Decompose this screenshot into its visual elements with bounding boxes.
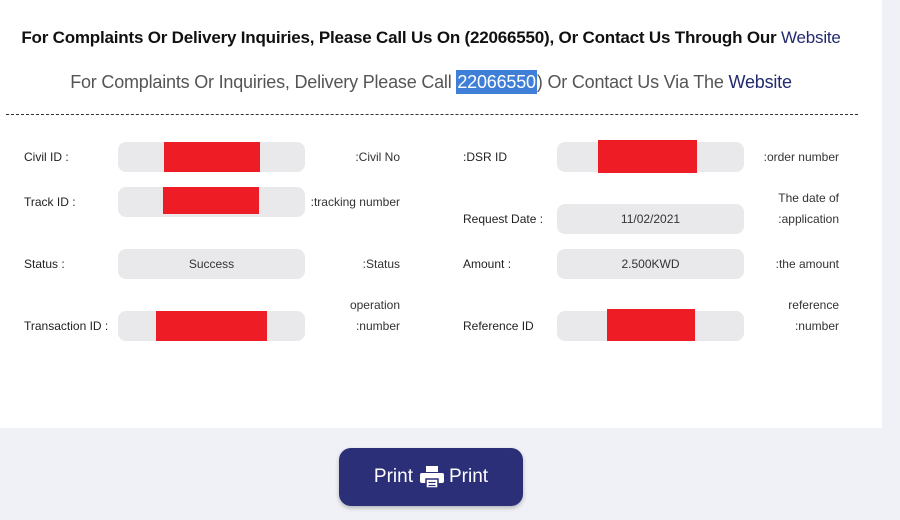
dsr-id-field <box>557 140 744 173</box>
reference-id-field <box>557 309 744 341</box>
status-label: Status : <box>24 257 65 271</box>
track-id-field <box>118 187 305 217</box>
print-button-label-left: Print <box>373 466 413 487</box>
transaction-id-translation: operation :number <box>320 295 400 337</box>
printer-icon <box>419 465 445 489</box>
receipt-card: For Complaints Or Delivery Inquiries, Pl… <box>0 0 882 428</box>
dsr-id-label: :DSR ID <box>463 150 508 164</box>
reference-id-redaction <box>607 309 695 341</box>
civil-id-label: Civil ID : <box>24 150 69 164</box>
amount-field: 2.500KWD <box>557 249 744 279</box>
amount-translation: :the amount <box>775 257 839 271</box>
dsr-id-redaction <box>598 140 697 173</box>
civil-id-field <box>118 142 305 172</box>
status-field: Success <box>118 249 305 279</box>
dsr-id-translation: :order number <box>763 150 839 164</box>
request-date-field: 11/02/2021 <box>557 204 744 234</box>
request-date-translation: The date of :application <box>740 188 839 230</box>
transaction-id-field <box>118 311 305 341</box>
phone-number-selected[interactable]: 22066550 <box>456 70 537 94</box>
website-link[interactable]: Website <box>781 28 841 47</box>
transaction-id-translation-line1: operation <box>349 298 400 312</box>
transaction-id-translation-line2: :number <box>355 319 400 333</box>
track-id-translation: :tracking number <box>310 195 400 209</box>
reference-id-label: Reference ID <box>463 319 534 333</box>
notice-translated-middle: ) Or Contact Us Via The <box>536 72 724 92</box>
civil-id-redaction <box>164 142 260 172</box>
track-id-label: Track ID : <box>24 195 76 209</box>
reference-id-translation: reference :number <box>740 295 839 337</box>
transaction-id-label: Transaction ID : <box>24 319 109 333</box>
request-date-translation-line1: The date of <box>778 191 839 205</box>
notice-english: For Complaints Or Delivery Inquiries, Pl… <box>0 28 862 48</box>
request-date-translation-line2: :application <box>778 212 839 226</box>
amount-label: Amount : <box>463 257 512 271</box>
notice-translated: For Complaints Or Inquiries, Delivery Pl… <box>0 70 862 94</box>
website-link-translated[interactable]: Website <box>728 72 791 92</box>
reference-id-translation-line2: :number <box>794 319 839 333</box>
notice-english-text: For Complaints Or Delivery Inquiries, Pl… <box>21 28 777 47</box>
request-date-label: Request Date : <box>463 212 544 226</box>
notice-translated-text: For Complaints Or Inquiries, Delivery Pl… <box>70 72 452 92</box>
transaction-id-redaction <box>156 311 267 341</box>
track-id-redaction <box>163 187 259 214</box>
print-button[interactable]: Print Print <box>339 448 523 506</box>
print-button-label-right: Print <box>449 466 489 487</box>
reference-id-translation-line1: reference <box>788 298 839 312</box>
civil-id-translation: :Civil No <box>355 150 400 164</box>
status-translation: :Status <box>362 257 400 271</box>
dashed-divider <box>6 114 858 115</box>
